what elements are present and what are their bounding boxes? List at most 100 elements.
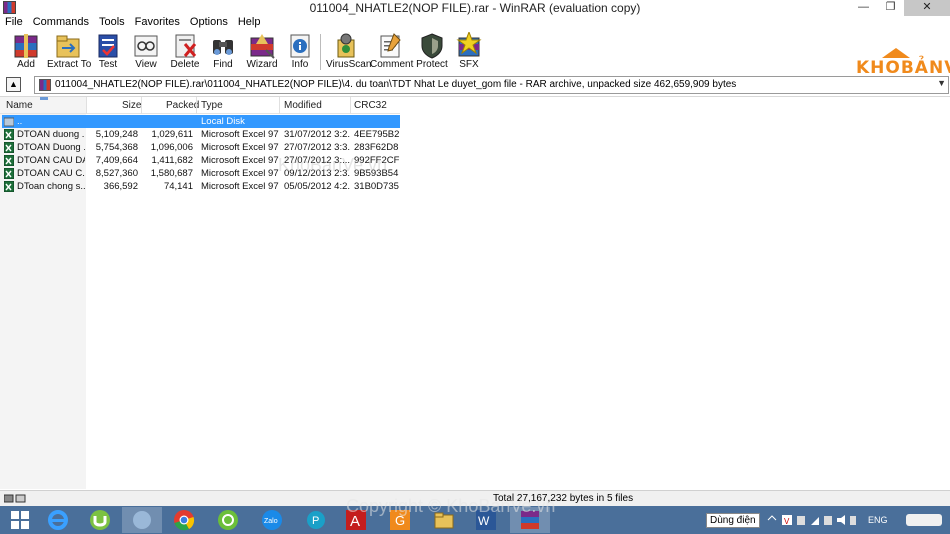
file-name: DTOAN duong ...	[17, 129, 85, 140]
file-type: Microsoft Excel 97...	[201, 168, 279, 179]
clock[interactable]	[898, 507, 950, 533]
test-button[interactable]: Test	[94, 32, 122, 72]
file-size: 5,109,248	[95, 129, 138, 140]
protect-icon	[421, 33, 443, 59]
info-button[interactable]: Info	[286, 32, 314, 72]
add-button[interactable]: Add	[8, 32, 44, 72]
menu-commands[interactable]: Commands	[28, 16, 94, 30]
green-app-icon	[218, 510, 238, 530]
drive-status-icon	[4, 494, 26, 503]
comment-button[interactable]: Comment	[370, 32, 413, 72]
column-divider[interactable]	[279, 97, 280, 114]
column-size[interactable]: Size	[122, 100, 141, 111]
taskbar-zalo[interactable]: Zalo	[252, 507, 292, 533]
table-row[interactable]: DToan chong s... 366,592 74,141 Microsof…	[2, 180, 400, 193]
view-label: View	[135, 59, 157, 70]
add-label: Add	[17, 59, 35, 70]
taskbar-green-app[interactable]	[208, 507, 248, 533]
windows-icon	[11, 511, 29, 529]
column-divider[interactable]	[141, 97, 142, 114]
column-divider[interactable]	[86, 97, 87, 114]
taskbar-autocad[interactable]: A	[336, 507, 376, 533]
file-packed: 1,580,687	[150, 168, 193, 179]
menu-file[interactable]: File	[0, 16, 28, 30]
info-label: Info	[291, 59, 309, 70]
file-packed: 1,096,006	[150, 142, 193, 153]
archive-icon	[39, 79, 51, 91]
chevron-down-icon[interactable]: ▼	[937, 78, 946, 88]
sfx-label: SFX	[459, 59, 479, 70]
wizard-button[interactable]: Wizard	[245, 32, 279, 72]
excel-file-icon	[4, 168, 14, 179]
autocad-icon: A	[346, 510, 366, 530]
taskbar-p-app[interactable]: P	[296, 507, 336, 533]
menu-favorites[interactable]: Favorites	[130, 16, 185, 30]
status-bar: Total 27,167,232 bytes in 5 files	[0, 490, 950, 506]
table-row[interactable]: DTOAN duong ... 5,109,248 1,029,611 Micr…	[2, 128, 400, 141]
folder-up-icon	[4, 117, 14, 127]
virusscan-icon	[337, 33, 355, 58]
table-row[interactable]: DTOAN CAU C... 8,527,360 1,580,687 Micro…	[2, 167, 400, 180]
g-app-icon: G	[390, 510, 410, 530]
start-button[interactable]	[0, 507, 40, 533]
extract-to-label: Extract To	[47, 59, 92, 70]
table-row[interactable]: .. Local Disk	[2, 115, 400, 128]
toolbar: Add Extract To Test View Delete Find Wiz…	[0, 30, 950, 78]
find-button[interactable]: Find	[208, 32, 238, 72]
table-row[interactable]: DTOAN CAU DA... 7,409,664 1,411,682 Micr…	[2, 154, 400, 167]
svg-text:W: W	[478, 514, 490, 528]
status-text: Total 27,167,232 bytes in 5 files	[493, 493, 634, 504]
column-modified[interactable]: Modified	[284, 100, 322, 111]
table-row[interactable]: DTOAN Duong ... 5,754,368 1,096,006 Micr…	[2, 141, 400, 154]
taskbar-file-explorer[interactable]	[424, 507, 464, 533]
path-field[interactable]: 011004_NHATLE2(NOP FILE).rar\011004_NHAT…	[34, 76, 949, 94]
taskbar-internet-explorer[interactable]	[38, 507, 78, 533]
taskbar-app[interactable]	[122, 507, 162, 533]
file-type: Microsoft Excel 97...	[201, 129, 279, 140]
input-language[interactable]: ENG	[868, 515, 888, 525]
column-divider[interactable]	[350, 97, 351, 114]
column-type[interactable]: Type	[201, 100, 223, 111]
close-button[interactable]: ✕	[904, 0, 950, 16]
view-icon	[134, 35, 158, 57]
column-packed[interactable]: Packed	[166, 100, 199, 111]
column-divider[interactable]	[196, 97, 197, 114]
file-type: Microsoft Excel 97...	[201, 155, 279, 166]
view-button[interactable]: View	[131, 32, 161, 72]
restore-button[interactable]: ❐	[877, 0, 904, 16]
extract-to-button[interactable]: Extract To	[47, 32, 92, 72]
menu-options[interactable]: Options	[185, 16, 233, 30]
minimize-button[interactable]: —	[850, 0, 877, 16]
excel-file-icon	[4, 129, 14, 140]
file-modified: 27/07/2012 3:3...	[284, 142, 350, 153]
column-name[interactable]: Name	[6, 100, 33, 111]
file-size: 5,754,368	[95, 142, 138, 153]
taskbar-winrar[interactable]	[510, 507, 550, 533]
svg-text:V: V	[784, 517, 790, 526]
virusscan-button[interactable]: VirusScan	[326, 32, 371, 72]
house-icon	[882, 48, 910, 58]
logo-text: KHOBẢNVẼ	[856, 58, 950, 78]
sfx-button[interactable]: SFX	[454, 32, 484, 72]
taskbar-g-app[interactable]: G	[380, 507, 420, 533]
delete-button[interactable]: Delete	[170, 32, 200, 72]
test-label: Test	[98, 59, 118, 70]
word-icon: W	[476, 510, 496, 530]
file-size: 7,409,664	[95, 155, 138, 166]
taskbar-utorrent[interactable]	[80, 507, 120, 533]
clock-blurred	[906, 514, 942, 526]
menu-help[interactable]: Help	[233, 16, 266, 30]
protect-button[interactable]: Protect	[415, 32, 449, 72]
taskbar-chrome[interactable]	[164, 507, 204, 533]
menu-tools[interactable]: Tools	[94, 16, 130, 30]
path-text: 011004_NHATLE2(NOP FILE).rar\011004_NHAT…	[55, 79, 737, 90]
language-indicator[interactable]: Dùng điện	[706, 513, 760, 528]
column-crc32[interactable]: CRC32	[354, 100, 387, 111]
taskbar-word[interactable]: W	[466, 507, 506, 533]
up-folder-button[interactable]: ▲	[6, 77, 21, 92]
file-size: 366,592	[103, 181, 138, 192]
system-tray[interactable]: V	[764, 506, 864, 534]
file-modified: 27/07/2012 3:...	[284, 155, 350, 166]
file-list[interactable]: Name Size Packed Type Modified CRC32 .. …	[0, 96, 950, 489]
file-crc32: 992FF2CF	[354, 155, 400, 166]
